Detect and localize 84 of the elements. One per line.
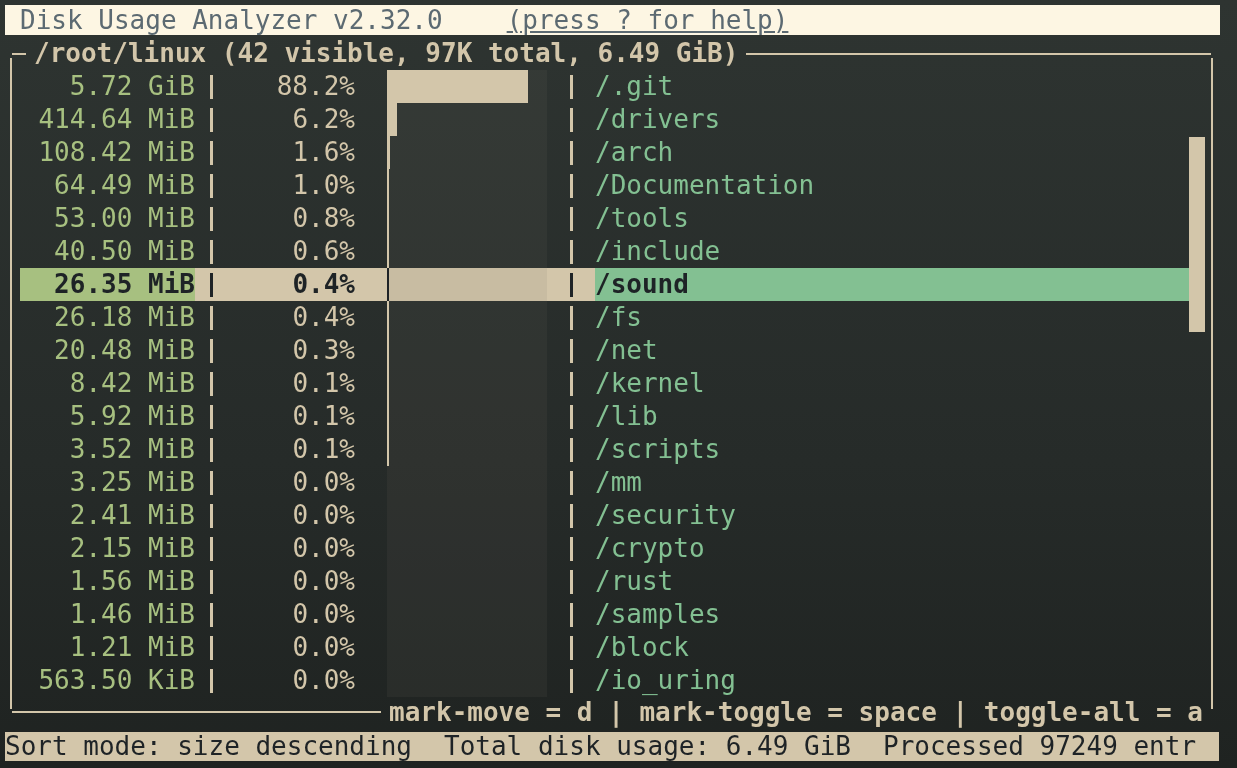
directory-name: /security [595,499,737,532]
directory-name: /scripts [595,433,722,466]
percent-cell-text: 6.2% [291,103,355,136]
percent-cell-text: 0.4% [291,268,355,301]
percent-cell-text: 0.0% [291,631,355,664]
directory-row[interactable]: 8.42 MiB 0.1% /kernel [20,367,1189,400]
directory-name: /fs [595,301,643,334]
size-cell-text: 64.49 MiB [53,169,195,202]
scrollbar-thumb[interactable] [1189,137,1205,332]
panel-title: /root/linux (42 visible, 97K total, 6.49 GiB) [33,37,740,70]
directory-row[interactable]: 2.15 MiB 0.0% /crypto [20,532,1189,565]
directory-row[interactable]: 5.72 GiB 88.2% /.git [20,70,1189,103]
directory-row[interactable]: 2.41 MiB 0.0% /security [20,499,1189,532]
directory-name: /include [595,235,722,268]
directory-name: /mm [595,466,643,499]
size-cell-text: 2.15 MiB [68,532,195,565]
percent-cell-text: 1.0% [291,169,355,202]
directory-name: /.git [595,70,675,103]
size-cell-text: 40.50 MiB [53,235,195,268]
directory-name: /kernel [595,367,706,400]
directory-row[interactable]: 1.56 MiB 0.0% /rust [20,565,1189,598]
percent-cell-text: 0.0% [291,532,355,565]
directory-row[interactable]: 563.50 KiB 0.0% /io_uring [20,664,1189,697]
directory-row[interactable]: 20.48 MiB 0.3% /net [20,334,1189,367]
directory-name: /sound [595,268,1189,301]
directory-name: /tools [595,202,690,235]
directory-name: /block [595,631,690,664]
directory-name: /rust [595,565,675,598]
percent-cell-text: 0.0% [291,565,355,598]
size-cell-text: 2.41 MiB [68,499,195,532]
directory-name: /drivers [595,103,722,136]
size-cell-text: 3.52 MiB [68,433,195,466]
directory-name: /arch [595,136,675,169]
percent-cell-text: 0.0% [291,499,355,532]
directory-name: /samples [595,598,722,631]
status-text: Total disk usage: 6.49 GiB [444,732,851,761]
percent-cell-text: 0.0% [291,598,355,631]
size-cell-text: 1.21 MiB [68,631,195,664]
size-cell-text: 20.48 MiB [53,334,195,367]
size-cell-text: 53.00 MiB [53,202,195,235]
size-cell-text: 5.72 GiB [68,70,195,103]
directory-name: /Documentation [595,169,816,202]
size-cell-text: 3.25 MiB [68,466,195,499]
directory-name: /io_uring [595,664,737,697]
percent-cell-text: 0.1% [291,400,355,433]
size-cell-text: 563.50 KiB [37,664,195,697]
directory-row[interactable]: 1.21 MiB 0.0% /block [20,631,1189,664]
directory-name: /crypto [595,532,706,565]
directory-name: /lib [595,400,659,433]
directory-name: /net [595,334,659,367]
directory-row[interactable]: 40.50 MiB 0.6% /include [20,235,1189,268]
size-cell-text: 8.42 MiB [68,367,195,400]
size-cell-text: 414.64 MiB [37,103,195,136]
size-cell-text: 1.46 MiB [68,598,195,631]
percent-cell-text: 88.2% [275,70,355,103]
help-hint: (press ? for help) [506,5,789,35]
size-cell: 26.35 MiB [20,268,195,301]
directory-row[interactable]: 108.42 MiB 1.6% /arch [20,136,1189,169]
size-cell-text: 1.56 MiB [68,565,195,598]
directory-row[interactable]: 64.49 MiB 1.0% /Documentation [20,169,1189,202]
percent-cell-text: 0.1% [291,367,355,400]
app-title: Disk Usage Analyzer v2.32.0 [20,5,443,35]
percent-cell-text: 0.4% [291,301,355,334]
directory-row[interactable]: 53.00 MiB 0.8% /tools [20,202,1189,235]
directory-row[interactable]: 3.25 MiB 0.0% /mm [20,466,1189,499]
percent-cell-text: 0.0% [291,466,355,499]
percent-cell-text: 0.8% [291,202,355,235]
directory-row[interactable]: 5.92 MiB 0.1% /lib [20,400,1189,433]
directory-row[interactable]: 1.46 MiB 0.0% /samples [20,598,1189,631]
directory-row[interactable]: 26.35 MiB 0.4% /sound [20,268,1189,301]
directory-row[interactable]: 26.18 MiB 0.4% /fs [20,301,1189,334]
size-cell-text: 108.42 MiB [37,136,195,169]
status-text: Processed 97249 entr [883,732,1197,761]
key-hints: mark-move = d | mark-toggle = space | toggle-all = a [388,697,1204,727]
percent-cell-text: 0.0% [291,664,355,697]
percent-cell-text: 1.6% [291,136,355,169]
size-cell-text: 5.92 MiB [68,400,195,433]
status-text: Sort mode: size descending [5,732,412,761]
percent-cell-text: 0.3% [291,334,355,367]
percent-cell-text: 0.6% [291,235,355,268]
directory-row[interactable]: 414.64 MiB 6.2% /drivers [20,103,1189,136]
percent-cell-text: 0.1% [291,433,355,466]
size-cell-text: 26.18 MiB [53,301,195,334]
directory-row[interactable]: 3.52 MiB 0.1% /scripts [20,433,1189,466]
